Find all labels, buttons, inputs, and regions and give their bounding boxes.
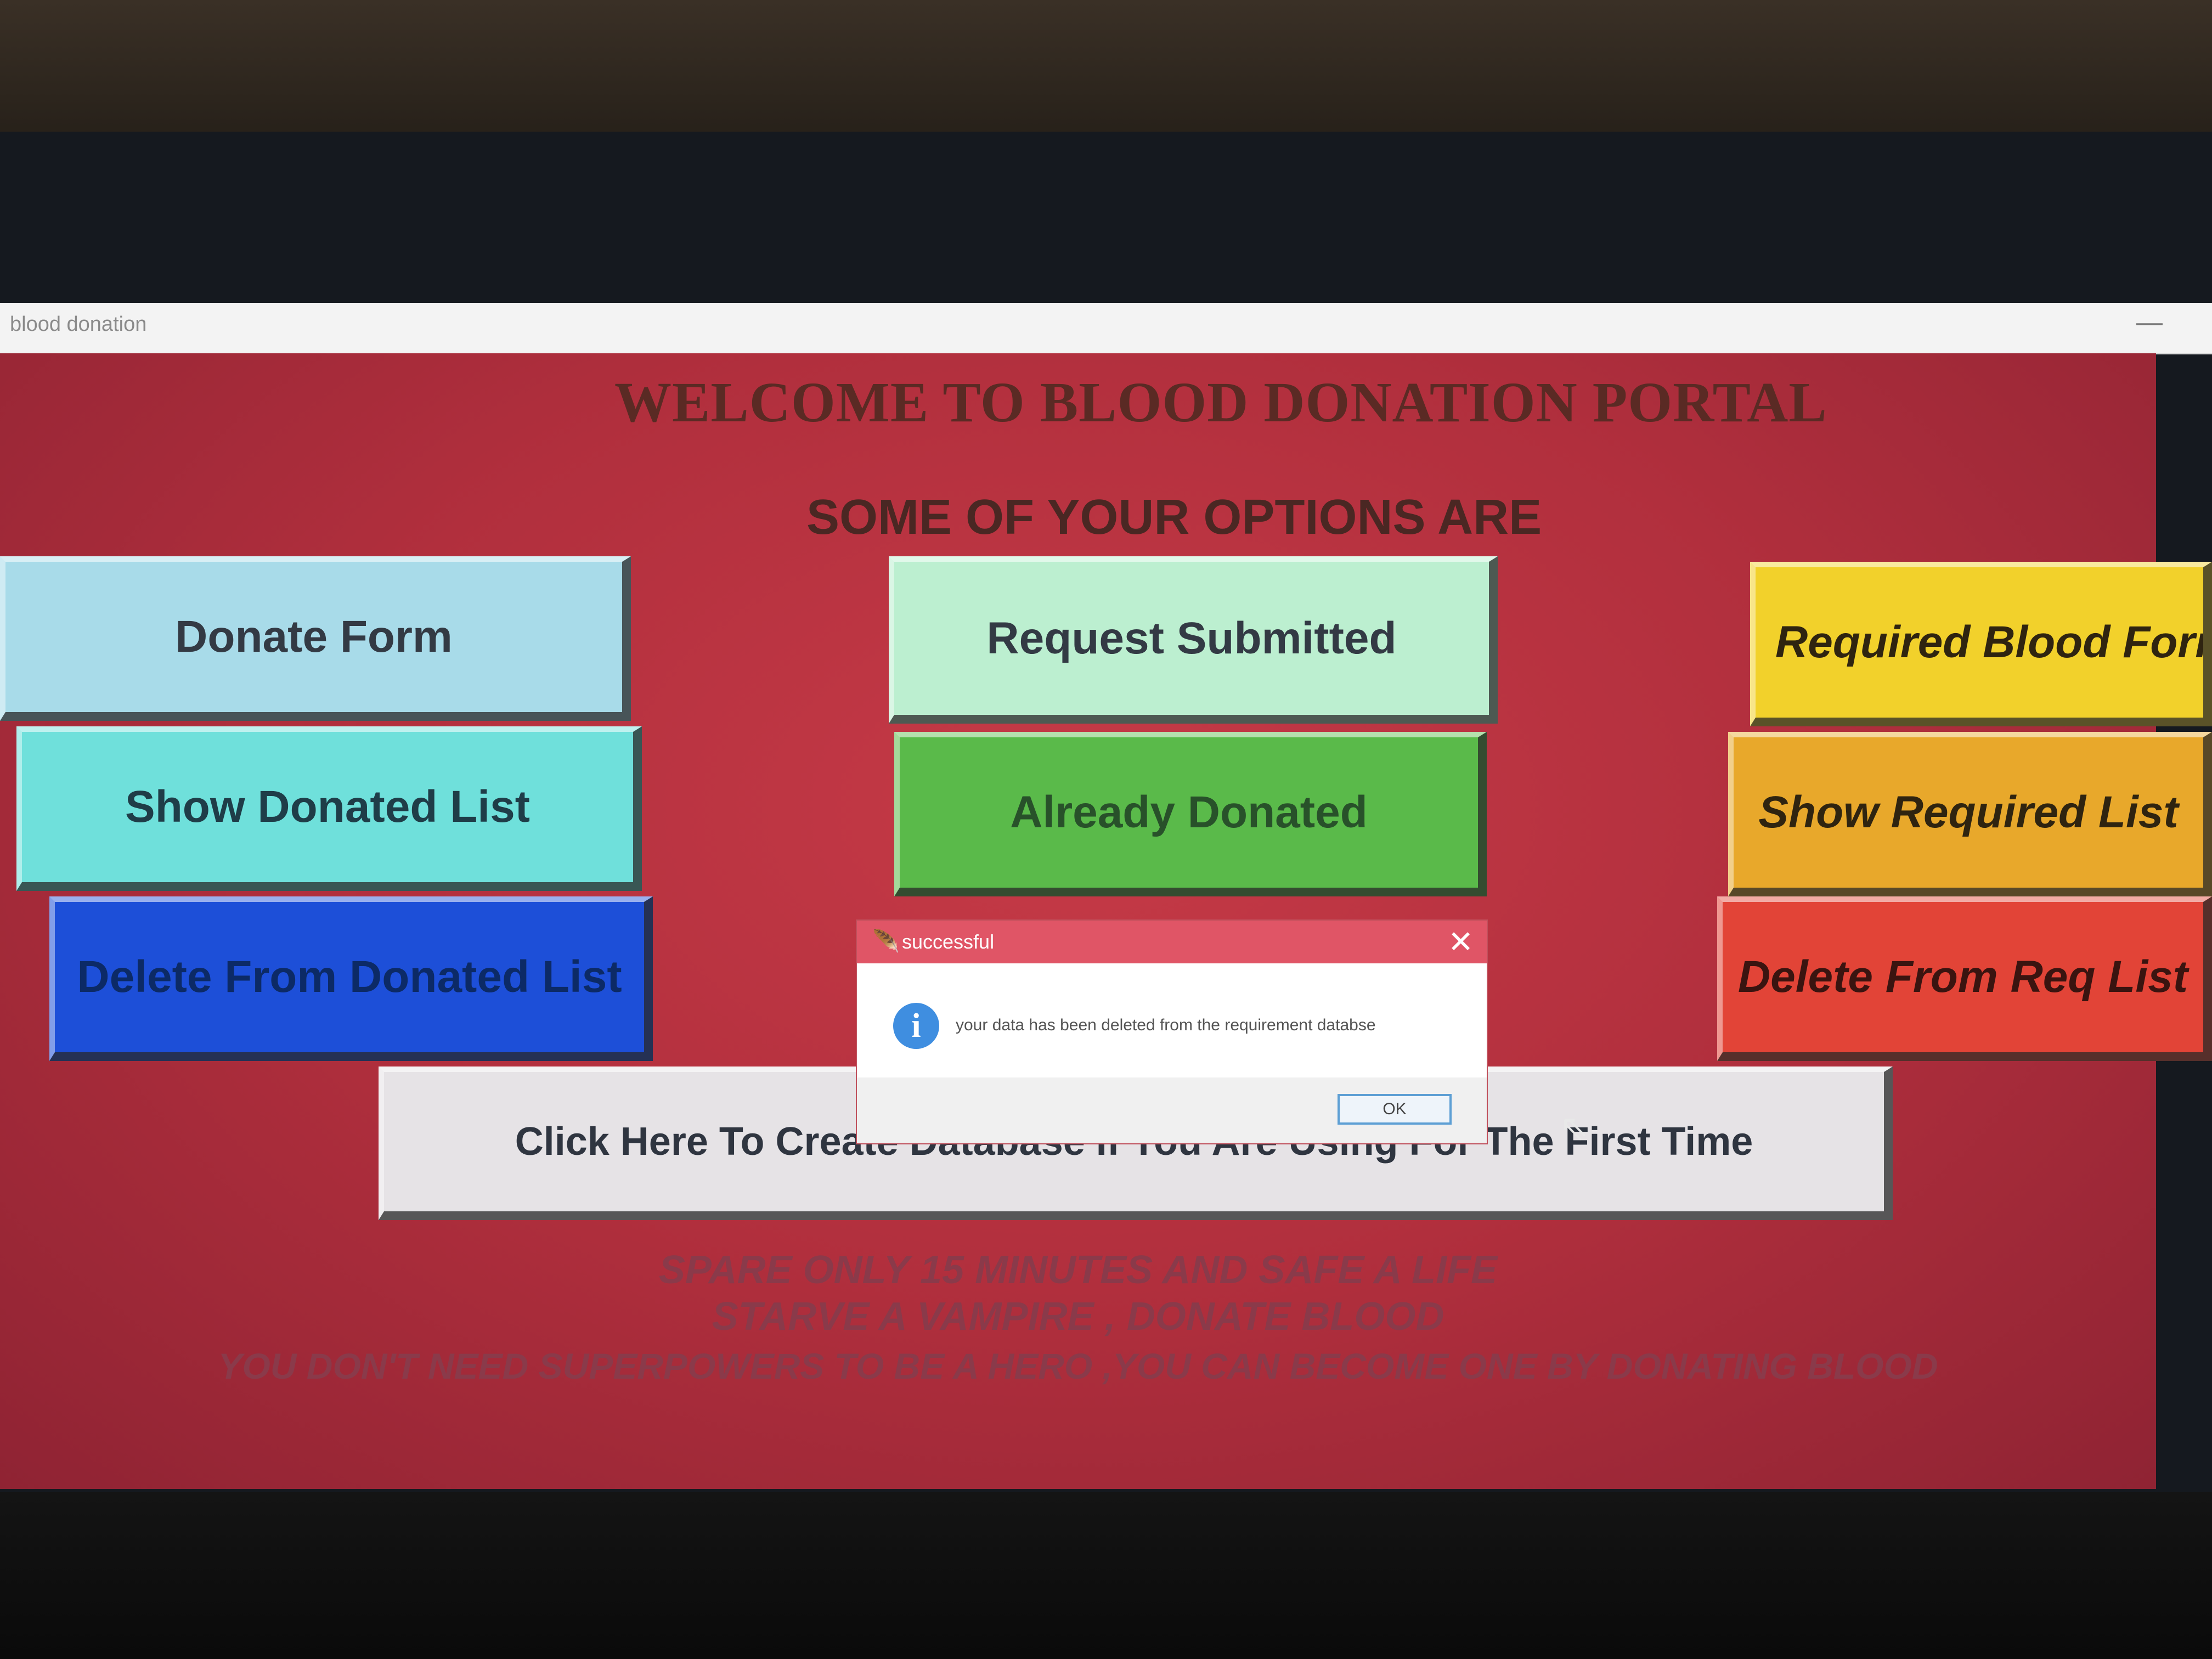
motto-line-2: STARVE A VAMPIRE , DONATE BLOOD [712,1295,1444,1339]
window-title: blood donation [10,313,147,336]
mouse-cursor-icon: ⇖ [1559,1108,1589,1147]
page-subtitle: SOME OF YOUR OPTIONS ARE [806,490,1542,545]
feather-icon: 🪶 [872,929,900,953]
window-titlebar[interactable]: blood donation — [0,303,2212,354]
dialog-titlebar: 🪶 successful ✕ [857,921,1487,963]
delete-from-req-list-button[interactable]: Delete From Req List [1717,896,2212,1061]
info-icon: i [893,1003,939,1049]
success-dialog: 🪶 successful ✕ i your data has been dele… [856,919,1488,1144]
show-required-list-button[interactable]: Show Required List [1728,732,2212,896]
dialog-message: your data has been deleted from the requ… [956,1016,1376,1034]
dialog-title: successful [902,930,995,953]
ok-button[interactable]: OK [1338,1094,1452,1125]
donate-form-button[interactable]: Donate Form [0,556,631,721]
main-window: WELCOME TO BLOOD DONATION PORTAL SOME OF… [0,353,2212,1489]
app-screen: blood donation — WELCOME TO BLOOD DONATI… [0,303,2212,1499]
required-blood-form-button[interactable]: Required Blood Forr [1750,562,2212,726]
desk-area [0,1492,2212,1659]
page-title: WELCOME TO BLOOD DONATION PORTAL [614,371,1827,434]
room-background [0,0,2212,143]
motto-line-3: YOU DON'T NEED SUPERPOWERS TO BE A HERO … [218,1346,1938,1386]
show-donated-list-button[interactable]: Show Donated List [16,726,642,891]
motto-line-1: SPARE ONLY 15 MINUTES AND SAFE A LIFE [658,1248,1498,1292]
already-donated-button[interactable]: Already Donated [894,732,1487,896]
request-submitted-button[interactable]: Request Submitted [889,556,1498,724]
close-icon[interactable]: ✕ [1448,924,1474,960]
minimize-button[interactable]: — [2136,307,2163,337]
delete-from-donated-list-button[interactable]: Delete From Donated List [49,896,653,1061]
